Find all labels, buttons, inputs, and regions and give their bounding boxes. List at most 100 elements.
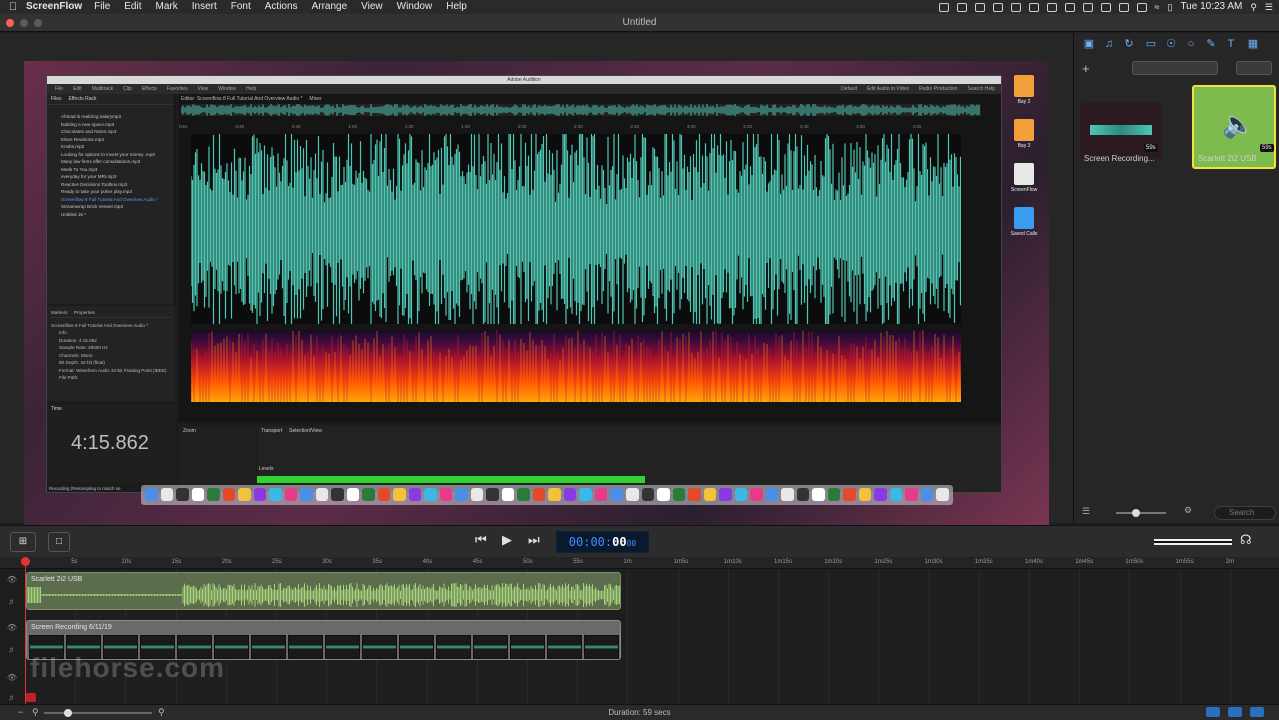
track-audio-icon[interactable]: ♬: [0, 597, 24, 606]
playhead-handle[interactable]: [21, 557, 30, 566]
fast-forward-button[interactable]: ⏭: [528, 532, 540, 548]
screen-recording-icon[interactable]: ▭: [1144, 37, 1158, 51]
callout-icon[interactable]: ☉: [1164, 37, 1178, 51]
tray-icon[interactable]: [1010, 2, 1021, 12]
headphones-icon[interactable]: ☊: [1240, 532, 1252, 548]
menu-help[interactable]: Help: [446, 0, 467, 14]
menu-window[interactable]: Window: [397, 0, 433, 14]
dock-app-icon: [548, 488, 561, 501]
wifi-icon[interactable]: ≈: [1155, 0, 1160, 14]
recording-canvas[interactable]: Adobe Audition File Edit Multitrack Clip…: [24, 61, 1049, 527]
files-panel-header: Files Effects Rack: [47, 94, 174, 105]
audition-file-item: Knobs.mp3: [61, 144, 85, 149]
spotlight-icon[interactable]: ⚲: [1250, 0, 1257, 14]
link-button[interactable]: [1250, 707, 1264, 717]
crop-button[interactable]: □: [48, 532, 70, 552]
dock-app-icon: [563, 488, 577, 501]
media-search-input[interactable]: Search: [1214, 506, 1276, 520]
inspector-panel: ▣ ♫ ↻ ▭ ☉ ○ ✎ T ▦ + 59s Screen Recording…: [1073, 33, 1279, 523]
audio-clip-scarlett[interactable]: Scarlett 2i2 USB: [26, 572, 621, 610]
loop-button[interactable]: [1228, 707, 1242, 717]
menu-insert[interactable]: Insert: [192, 0, 217, 14]
dock-app-icon: [362, 488, 375, 501]
ruler-tick: 2m: [1225, 559, 1235, 565]
audition-time-panel: Time 4:15.862: [47, 404, 175, 482]
overview-waveform: [181, 104, 981, 116]
track-visibility-icon[interactable]: 👁: [0, 575, 24, 584]
gear-icon[interactable]: ⚙: [1184, 505, 1192, 516]
ruler-tick: 45s: [472, 559, 483, 565]
minimize-window-button[interactable]: [20, 19, 28, 27]
mixer-tab: Mixer: [309, 96, 322, 102]
touch-callout-icon[interactable]: ○: [1184, 37, 1198, 51]
dock-app-icon: [253, 488, 267, 501]
slider-knob[interactable]: [1132, 509, 1140, 517]
video-motion-icon[interactable]: ↻: [1122, 37, 1136, 51]
audition-search: Search Help: [967, 86, 995, 92]
timeline-gridline: [727, 569, 729, 704]
close-window-button[interactable]: [6, 19, 14, 27]
audition-file-item: everyday for your MRI.mp3: [61, 174, 117, 179]
menubar-clock[interactable]: Tue 10:23 AM: [1180, 0, 1242, 14]
timeline-gridline: [1229, 569, 1231, 704]
text-icon[interactable]: T: [1224, 37, 1238, 51]
property-row: Format: Waveform Audio 32-bit Floating P…: [59, 367, 167, 373]
timeline-ruler[interactable]: 0s5s10s15s20s25s30s35s40s45s50s55s1m1m5s…: [0, 557, 1279, 569]
menu-font[interactable]: Font: [231, 0, 251, 14]
tray-icon[interactable]: [1046, 2, 1057, 12]
recorded-dock: [141, 485, 953, 505]
playhead[interactable]: [25, 557, 26, 707]
ruler-tick: 25s: [272, 559, 282, 565]
track-visibility-icon[interactable]: 👁: [0, 673, 24, 682]
tray-icon[interactable]: [992, 2, 1003, 12]
properties-file: Screenflow 8 Full Tutorial And Overview …: [51, 322, 149, 328]
zoom-window-button[interactable]: [34, 19, 42, 27]
tray-icon[interactable]: [974, 2, 985, 12]
track-audio-icon[interactable]: ♬: [0, 645, 24, 654]
dock-app-icon: [765, 488, 779, 501]
menu-mark[interactable]: Mark: [156, 0, 178, 14]
media-filter-segment[interactable]: [1132, 61, 1218, 75]
filter-icon[interactable]: ☰: [1082, 506, 1090, 517]
tray-icon[interactable]: [1064, 2, 1075, 12]
track-audio-icon[interactable]: ♬: [0, 693, 24, 702]
audition-properties-panel: Markers Properties Screenflow 8 Full Tut…: [47, 306, 175, 401]
add-media-icon[interactable]: +: [1082, 61, 1090, 76]
view-mode-segment[interactable]: [1236, 61, 1272, 75]
audio-properties-icon[interactable]: ♫: [1102, 37, 1116, 51]
audition-waveform: [191, 134, 961, 324]
rewind-button[interactable]: ⏮: [475, 532, 487, 548]
speaker-icon: 🔈: [1222, 109, 1255, 139]
tray-icon[interactable]: [956, 2, 967, 12]
filmstrip-frame: [473, 635, 508, 659]
tray-icon[interactable]: [1082, 2, 1093, 12]
snap-button[interactable]: [1206, 707, 1220, 717]
menu-view[interactable]: View: [361, 0, 383, 14]
audition-zoom-panel: Zoom: [179, 426, 255, 492]
menu-file[interactable]: File: [94, 0, 110, 14]
tray-icon[interactable]: [1028, 2, 1039, 12]
dock-app-icon: [657, 488, 670, 501]
notification-center-icon[interactable]: ☰: [1265, 0, 1273, 14]
tray-icon[interactable]: [1100, 2, 1111, 12]
media-library-icon[interactable]: ▦: [1246, 37, 1260, 51]
track-options-button[interactable]: ⊞: [10, 532, 36, 552]
menu-arrange[interactable]: Arrange: [312, 0, 348, 14]
apple-menu-icon[interactable]: : [0, 0, 26, 14]
dock-app-icon: [408, 488, 422, 501]
tray-icon[interactable]: [938, 2, 949, 12]
marker-flag-icon[interactable]: [26, 693, 36, 702]
ruler-tick: 1m55s: [1175, 559, 1194, 565]
video-properties-icon[interactable]: ▣: [1082, 37, 1096, 51]
tray-icon[interactable]: [1118, 2, 1129, 12]
menu-edit[interactable]: Edit: [124, 0, 141, 14]
dock-app-icon: [843, 488, 856, 501]
menu-app-name[interactable]: ScreenFlow: [26, 0, 82, 14]
track-visibility-icon[interactable]: 👁: [0, 623, 24, 632]
menu-actions[interactable]: Actions: [265, 0, 298, 14]
annotations-icon[interactable]: ✎: [1204, 37, 1218, 51]
tray-icon[interactable]: [1136, 2, 1147, 12]
thumb-size-slider[interactable]: [1116, 509, 1166, 517]
play-button[interactable]: ▶: [502, 532, 512, 548]
battery-icon[interactable]: ▯: [1167, 0, 1172, 14]
